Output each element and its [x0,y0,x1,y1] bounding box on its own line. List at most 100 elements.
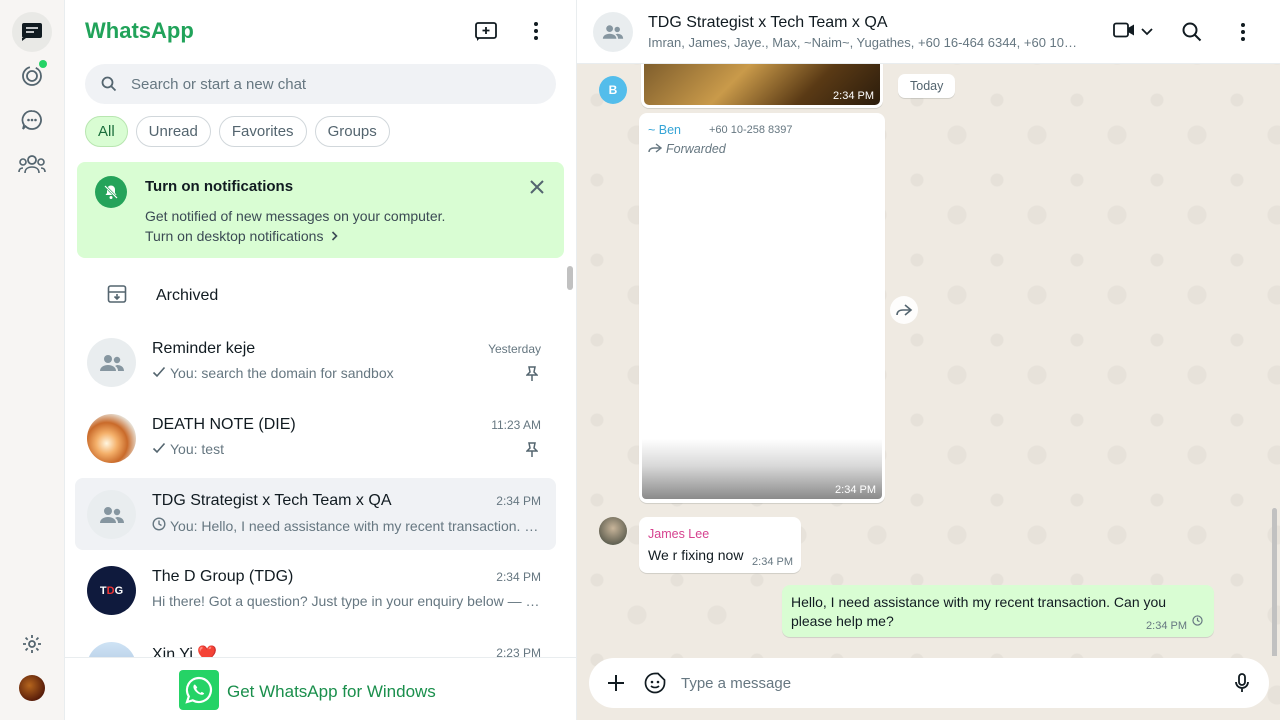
conversation-members[interactable]: Imran, James, Jaye., Max, ~Naim~, Yugath… [648,35,1078,50]
message-time: 2:34 PM [1146,620,1187,632]
chat-name: DEATH NOTE (DIE) [152,416,296,433]
chat-preview: You: search the domain for sandbox [152,365,542,381]
chat-name: The D Group (TDG) [152,568,294,585]
clock-icon [1192,613,1203,631]
message-composer [589,658,1269,708]
enable-notifications-link[interactable]: Turn on desktop notifications [145,228,339,244]
message-time: 2:34 PM [752,556,793,568]
whatsapp-logo-icon [179,670,219,710]
chat-item-tdg-strategist[interactable]: TDG Strategist x Tech Team x QA 2:34 PM … [75,478,556,550]
archived-label: Archived [156,287,219,304]
message-sender[interactable]: James Lee [648,527,709,541]
chat-item-the-d-group[interactable]: TDG The D Group (TDG) 2:34 PM Hi there! … [75,554,556,626]
clock-icon [152,517,166,534]
chat-preview-text: You: search the domain for sandbox [170,365,394,381]
notification-body: Get notified of new messages on your com… [145,208,446,224]
chat-preview-text: Hi there! Got a question? Just type in y… [152,593,542,609]
chevron-right-icon [331,228,339,244]
check-icon [152,441,166,457]
group-avatar-icon [87,490,136,539]
conversation-header: TDG Strategist x Tech Team x QA Imran, J… [577,0,1280,64]
video-call-button[interactable] [1109,17,1157,47]
chats-icon[interactable] [12,12,52,52]
pin-icon [525,442,539,463]
chat-item-reminder-keje[interactable]: Reminder keje Yesterday You: search the … [75,326,556,398]
filter-unread[interactable]: Unread [135,116,211,147]
archived-row[interactable]: Archived [65,272,565,320]
forward-arrow-icon [648,142,663,156]
menu-icon[interactable] [521,16,551,46]
chat-time: 2:34 PM [496,494,541,508]
status-icon[interactable] [12,56,52,96]
profile-avatar[interactable] [19,675,45,701]
chat-time: Yesterday [488,342,541,356]
forwarded-image-message[interactable]: ~ Ben +60 10-258 8397 Forwarded 2:34 PM [639,113,885,503]
notification-title: Turn on notifications [145,178,294,195]
new-chat-icon[interactable] [471,16,501,46]
forwarded-label: Forwarded [666,142,726,156]
chat-name: Reminder keje [152,340,256,357]
group-avatar-icon [87,338,136,387]
forward-icon[interactable] [890,296,918,324]
menu-icon[interactable] [1233,17,1253,47]
search-icon [101,76,117,97]
search-box [85,64,556,104]
text-message[interactable]: James Lee We r fixing now 2:34 PM [639,517,801,573]
chat-preview: Hi there! Got a question? Just type in y… [152,593,542,609]
chat-preview-text: You: Hello, I need assistance with my re… [170,517,542,534]
forwarded-tag: Forwarded [648,142,726,156]
bell-off-icon [95,176,127,208]
outgoing-message[interactable]: Hello, I need assistance with my recent … [782,585,1214,637]
filter-all[interactable]: All [85,116,128,147]
chat-name: TDG Strategist x Tech Team x QA [152,492,392,509]
sender-avatar[interactable]: B [599,76,627,104]
image-message[interactable]: 2:34 PM [641,64,883,108]
attach-plus-icon[interactable] [603,670,629,696]
get-windows-app-banner[interactable]: Get WhatsApp for Windows [65,657,576,720]
message-list-scrollbar[interactable] [1272,508,1277,656]
message-time: 2:34 PM [833,90,874,102]
get-windows-app-label: Get WhatsApp for Windows [227,682,436,701]
notification-banner: Turn on notifications Get notified of ne… [77,162,564,258]
message-text: We r fixing now [648,547,744,563]
sender-avatar[interactable] [599,517,627,545]
sender-phone: +60 10-258 8397 [709,124,793,136]
app-title: WhatsApp [85,18,194,43]
filter-favorites[interactable]: Favorites [218,116,307,147]
filter-groups[interactable]: Groups [314,116,390,147]
message-list: B 2:34 PM Today ~ Ben +60 10-258 8397 Fo… [577,64,1280,656]
chat-list-panel: WhatsApp All Unread Favorites Groups Tur… [65,0,577,720]
date-divider: Today [898,74,956,98]
close-icon[interactable] [526,176,548,198]
conversation-title[interactable]: TDG Strategist x Tech Team x QA [648,14,888,32]
video-camera-icon [1113,22,1135,43]
sticker-icon[interactable] [642,670,668,696]
microphone-icon[interactable] [1229,670,1255,696]
channels-icon[interactable] [12,100,52,140]
status-unread-dot [39,60,47,68]
pin-icon [525,366,539,387]
message-sender[interactable]: ~ Ben [648,123,681,137]
message-text: Hello, I need assistance with my recent … [791,594,1167,629]
chevron-down-icon [1141,23,1153,41]
chat-preview: You: test [152,441,542,457]
chat-time: 2:34 PM [496,570,541,584]
message-time: 2:34 PM [835,484,876,496]
navigation-rail [0,0,65,720]
search-input[interactable] [131,64,531,104]
chat-avatar: TDG [87,566,136,615]
chat-item-death-note[interactable]: DEATH NOTE (DIE) 11:23 AM You: test [75,402,556,474]
group-avatar-icon[interactable] [593,12,633,52]
filter-chips: All Unread Favorites Groups [85,116,390,147]
chat-avatar [87,414,136,463]
message-input[interactable] [681,658,1201,708]
check-icon [152,365,166,381]
forwarded-image[interactable] [642,165,882,499]
chat-preview-text: You: test [170,441,224,457]
search-icon[interactable] [1180,17,1204,47]
communities-icon[interactable] [12,144,52,184]
settings-icon[interactable] [12,624,52,664]
chat-preview: You: Hello, I need assistance with my re… [152,517,542,534]
chat-list-scrollbar[interactable] [567,266,573,290]
enable-notifications-label: Turn on desktop notifications [145,228,324,244]
